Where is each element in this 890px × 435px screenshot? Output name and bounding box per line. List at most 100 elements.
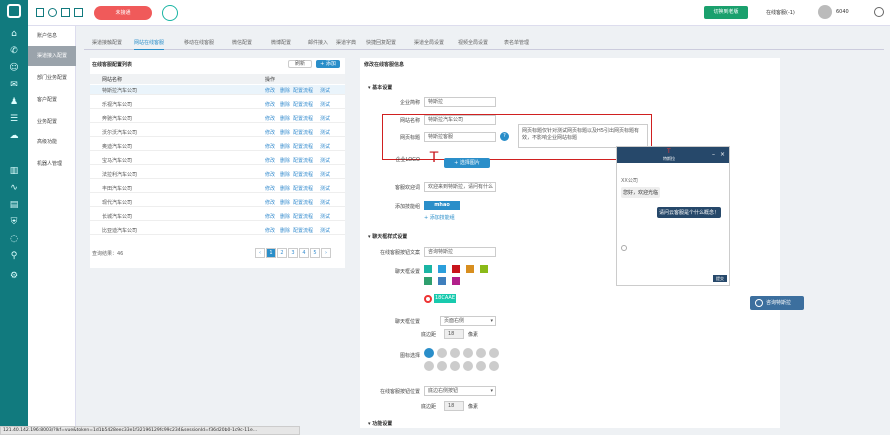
row-op-link[interactable]: 删除	[280, 227, 290, 234]
row-op-link[interactable]: 测试	[320, 213, 330, 220]
row-op-link[interactable]: 删除	[280, 199, 290, 206]
color-swatch[interactable]	[452, 265, 460, 273]
online-status-label[interactable]: 在线客服(-1)	[766, 9, 795, 16]
refresh-button[interactable]: 刷新	[288, 60, 312, 68]
link-icon[interactable]: ⚲	[8, 250, 20, 262]
chat-style-icon[interactable]	[489, 348, 499, 358]
row-op-link[interactable]: 修改	[265, 129, 275, 136]
page-button[interactable]: 2	[277, 248, 287, 258]
subnav-item[interactable]: 账户信息	[28, 26, 76, 46]
collapse-icon[interactable]	[36, 8, 44, 17]
chat-style-icon[interactable]	[476, 348, 486, 358]
row-op-link[interactable]: 配置流程	[293, 199, 313, 206]
table-row[interactable]: 乐视汽车公司 修改 删除 配置流程 测试	[90, 99, 345, 109]
preview-submit[interactable]: 提交	[713, 275, 727, 282]
minimize-icon[interactable]: –	[712, 151, 715, 158]
color-swatch[interactable]	[438, 265, 446, 273]
chat-style-icon[interactable]	[424, 361, 434, 371]
gear-icon[interactable]: ⚙	[8, 270, 20, 282]
subnav-item[interactable]: 业务配置	[28, 112, 76, 132]
subnav-item[interactable]: 渠道接入配置	[28, 46, 76, 66]
page-button[interactable]: 5	[310, 248, 320, 258]
float-consult-button[interactable]: 咨询特斯拉	[750, 296, 804, 310]
color-swatch[interactable]	[424, 265, 432, 273]
welcome-input[interactable]: 欢迎来到特斯拉，请问有什么	[424, 182, 496, 192]
table-row[interactable]: 沃尔沃汽车公司 修改 删除 配置流程 测试	[90, 127, 345, 137]
row-op-link[interactable]: 删除	[280, 171, 290, 178]
table-row[interactable]: 奥迪汽车公司 修改 删除 配置流程 测试	[90, 141, 345, 151]
chat-icon[interactable]: ☺	[8, 62, 20, 74]
row-op-link[interactable]: 修改	[265, 185, 275, 192]
emoji-icon[interactable]	[621, 245, 627, 251]
shield-icon[interactable]: ⛨	[8, 216, 20, 228]
row-op-link[interactable]: 测试	[320, 101, 330, 108]
subnav-item[interactable]: 客户配置	[28, 90, 76, 110]
row-op-link[interactable]: 修改	[265, 87, 275, 94]
cloud-icon[interactable]: ☁	[8, 130, 20, 142]
tab-item[interactable]: 渠道接触配置	[92, 39, 122, 46]
color-swatch[interactable]	[424, 277, 432, 285]
task-icon[interactable]: ☰	[8, 113, 20, 125]
row-op-link[interactable]: 测试	[320, 199, 330, 206]
table-row[interactable]: 特斯拉汽车公司 修改 删除 配置流程 测试	[90, 85, 345, 95]
row-op-link[interactable]: 测试	[320, 129, 330, 136]
table-row[interactable]: 长城汽车公司 修改 删除 配置流程 测试	[90, 211, 345, 221]
tab-item[interactable]: 表名单管理	[504, 39, 529, 46]
row-op-link[interactable]: 测试	[320, 87, 330, 94]
tab-item[interactable]: 微博配置	[271, 39, 291, 46]
color-swatch[interactable]	[466, 265, 474, 273]
page-button[interactable]: ‹	[255, 248, 265, 258]
page-button[interactable]: ›	[321, 248, 331, 258]
close-icon[interactable]: ×	[720, 151, 725, 158]
row-op-link[interactable]: 修改	[265, 199, 275, 206]
tab-item[interactable]: 邮件接入	[308, 39, 328, 46]
transfer-icon[interactable]	[74, 8, 83, 17]
table-row[interactable]: 现代汽车公司 修改 删除 配置流程 测试	[90, 197, 345, 207]
row-op-link[interactable]: 配置流程	[293, 87, 313, 94]
skill-tag[interactable]: mhao	[424, 201, 460, 210]
row-op-link[interactable]: 修改	[265, 157, 275, 164]
row-op-link[interactable]: 配置流程	[293, 213, 313, 220]
add-button[interactable]: + 添加	[316, 60, 340, 68]
row-op-link[interactable]: 配置流程	[293, 171, 313, 178]
table-row[interactable]: 丰田汽车公司 修改 删除 配置流程 测试	[90, 183, 345, 193]
custom-color[interactable]: 18CAAE	[434, 294, 456, 303]
tab-item[interactable]: 渠道全局设置	[414, 39, 444, 46]
row-op-link[interactable]: 配置流程	[293, 129, 313, 136]
tab-item[interactable]: 移动在线客服	[184, 39, 214, 46]
mute-icon[interactable]	[61, 8, 70, 17]
row-op-link[interactable]: 删除	[280, 115, 290, 122]
doc-icon[interactable]: ▤	[8, 199, 20, 211]
phone-icon[interactable]: ✆	[8, 45, 20, 57]
tab-item[interactable]: 微信配置	[232, 39, 252, 46]
btn-text-input[interactable]: 咨询特斯拉	[424, 247, 496, 257]
row-op-link[interactable]: 删除	[280, 185, 290, 192]
page-button[interactable]: 3	[288, 248, 298, 258]
tab-item[interactable]: 网站在线客服	[134, 39, 165, 50]
chat-toggle-icon[interactable]	[162, 5, 178, 21]
row-op-link[interactable]: 测试	[320, 143, 330, 150]
row-op-link[interactable]: 修改	[265, 213, 275, 220]
tab-item[interactable]: 快捷回复配置	[366, 39, 396, 46]
headset-icon[interactable]	[48, 8, 57, 17]
row-op-link[interactable]: 配置流程	[293, 157, 313, 164]
tab-item[interactable]: 渠道字典	[336, 39, 356, 46]
row-op-link[interactable]: 删除	[280, 213, 290, 220]
chat-style-icon[interactable]	[476, 361, 486, 371]
row-op-link[interactable]: 配置流程	[293, 227, 313, 234]
chat-style-icon[interactable]	[424, 348, 434, 358]
row-op-link[interactable]: 配置流程	[293, 115, 313, 122]
table-row[interactable]: 比亚迪汽车公司 修改 删除 配置流程 测试	[90, 225, 345, 235]
row-op-link[interactable]: 配置流程	[293, 185, 313, 192]
chat-style-icon[interactable]	[450, 348, 460, 358]
page-button[interactable]: 4	[299, 248, 309, 258]
row-op-link[interactable]: 测试	[320, 171, 330, 178]
bottom-input[interactable]: 18	[444, 329, 464, 339]
row-op-link[interactable]: 配置流程	[293, 143, 313, 150]
row-op-link[interactable]: 删除	[280, 143, 290, 150]
color-wheel-icon[interactable]	[424, 295, 432, 303]
chat-style-icon[interactable]	[463, 348, 473, 358]
color-swatch[interactable]	[480, 265, 488, 273]
add-skill-link[interactable]: + 添加技能组	[424, 214, 455, 221]
home-icon[interactable]: ⌂	[8, 28, 20, 40]
